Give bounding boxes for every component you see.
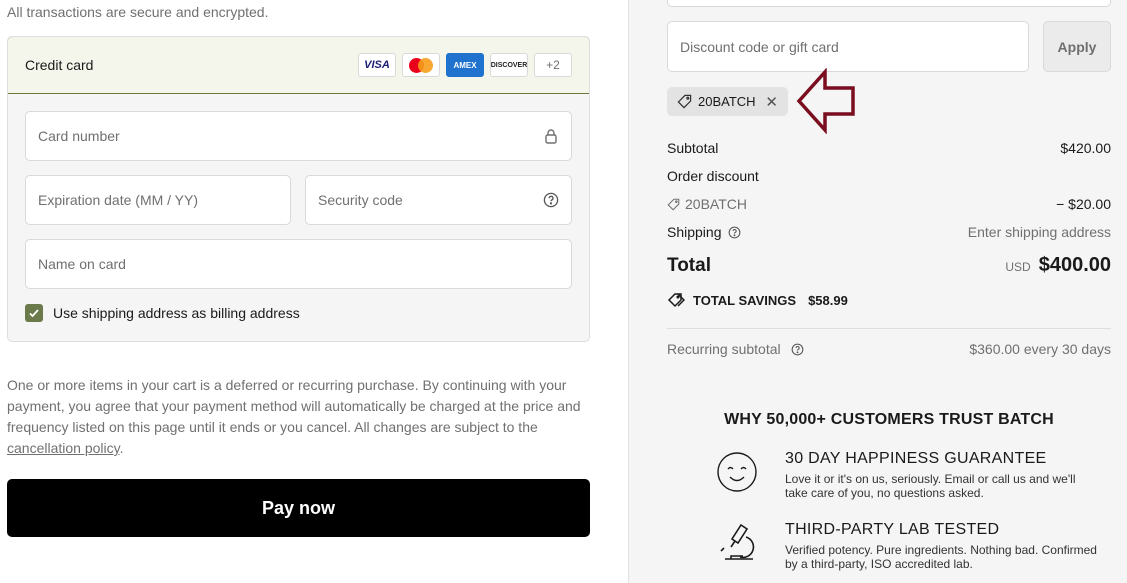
applied-code-label: 20BATCH xyxy=(698,94,756,109)
cancellation-policy-link[interactable]: cancellation policy xyxy=(7,440,120,456)
billing-address-checkbox-row[interactable]: Use shipping address as billing address xyxy=(25,304,300,322)
discover-icon: DISCOVER xyxy=(490,53,528,77)
savings-label: TOTAL SAVINGS xyxy=(693,292,797,308)
recurring-label: Recurring subtotal xyxy=(667,341,781,357)
pay-now-button[interactable]: Pay now xyxy=(7,479,590,537)
expiration-placeholder: Expiration date (MM / YY) xyxy=(38,192,199,208)
recurring-group: Recurring subtotal xyxy=(667,341,804,357)
total-savings: TOTAL SAVINGS $58.99 xyxy=(667,292,848,308)
previous-field[interactable] xyxy=(667,0,1111,7)
trust-item-lab-tested: THIRD-PARTY LAB TESTED Verified potency.… xyxy=(717,521,1097,571)
trust-item-guarantee: 30 DAY HAPPINESS GUARANTEE Love it or it… xyxy=(717,450,1097,500)
summary-divider xyxy=(667,328,1111,329)
total-currency: USD xyxy=(1005,260,1031,274)
card-number-input[interactable]: Card number xyxy=(25,111,572,161)
lock-icon xyxy=(543,128,559,144)
discount-value: − $20.00 xyxy=(1056,196,1111,212)
secure-note: All transactions are secure and encrypte… xyxy=(7,4,269,20)
lab-text-group: THIRD-PARTY LAB TESTED Verified potency.… xyxy=(785,521,1097,571)
trust-title: WHY 50,000+ CUSTOMERS TRUST BATCH xyxy=(724,411,1054,428)
security-code-input[interactable]: Security code xyxy=(305,175,572,225)
savings-value: $58.99 xyxy=(808,292,848,308)
credit-card-option[interactable]: Credit card VISA AMEX DISCOVER +2 xyxy=(8,37,589,94)
help-icon[interactable] xyxy=(728,226,741,239)
shipping-value: Enter shipping address xyxy=(967,224,1111,240)
subtotal-label: Subtotal xyxy=(667,140,719,156)
remove-discount-icon[interactable]: ✕ xyxy=(765,93,778,111)
help-icon[interactable] xyxy=(791,343,804,356)
order-discount-label: Order discount xyxy=(667,168,759,184)
total-row: Total USD $400.00 xyxy=(667,254,1111,277)
discount-code-group: 20BATCH xyxy=(667,196,747,212)
name-on-card-input[interactable]: Name on card xyxy=(25,239,572,289)
checkmark-icon xyxy=(29,309,39,318)
card-number-placeholder: Card number xyxy=(38,128,120,144)
recurring-value: $360.00 every 30 days xyxy=(969,341,1111,357)
amex-icon: AMEX xyxy=(446,53,484,77)
smiley-icon xyxy=(717,452,757,492)
discount-code-row: 20BATCH − $20.00 xyxy=(667,196,1111,212)
card-brands: VISA AMEX DISCOVER +2 xyxy=(358,53,572,77)
payment-section: All transactions are secure and encrypte… xyxy=(0,0,628,583)
recurring-subtotal-row: Recurring subtotal $360.00 every 30 days xyxy=(667,341,1111,357)
mastercard-icon xyxy=(402,53,440,77)
tag-icon xyxy=(667,198,680,211)
shipping-label: Shipping xyxy=(667,224,722,240)
discount-code-label: 20BATCH xyxy=(685,196,747,212)
order-discount-row: Order discount xyxy=(667,168,1111,184)
billing-checkbox[interactable] xyxy=(25,304,43,322)
discount-placeholder: Discount code or gift card xyxy=(680,38,839,55)
subtotal-row: Subtotal $420.00 xyxy=(667,140,1111,156)
guarantee-text: Love it or it's on us, seriously. Email … xyxy=(785,472,1076,500)
savings-tag-icon xyxy=(667,293,685,308)
billing-checkbox-label: Use shipping address as billing address xyxy=(53,305,300,321)
guarantee-text-group: 30 DAY HAPPINESS GUARANTEE Love it or it… xyxy=(785,450,1097,500)
shipping-group: Shipping xyxy=(667,224,741,240)
lab-text: Verified potency. Pure ingredients. Noth… xyxy=(785,543,1097,571)
visa-icon: VISA xyxy=(358,53,396,77)
name-placeholder: Name on card xyxy=(38,256,126,272)
pointer-arrow-icon xyxy=(796,68,855,134)
help-icon[interactable] xyxy=(543,192,559,208)
subtotal-value: $420.00 xyxy=(1060,140,1111,156)
microscope-icon xyxy=(720,523,755,560)
security-code-placeholder: Security code xyxy=(318,192,403,208)
guarantee-heading: 30 DAY HAPPINESS GUARANTEE xyxy=(785,450,1047,467)
applied-discount-chip: 20BATCH ✕ xyxy=(667,87,788,116)
order-summary: Discount code or gift card Apply 20BATCH… xyxy=(628,0,1127,583)
apply-discount-button[interactable]: Apply xyxy=(1043,21,1111,72)
total-amount-group: USD $400.00 xyxy=(1005,254,1111,277)
discount-code-input[interactable]: Discount code or gift card xyxy=(667,21,1029,72)
recurring-note-end: . xyxy=(119,440,124,456)
recurring-purchase-note: One or more items in your cart is a defe… xyxy=(7,375,592,459)
more-cards-badge: +2 xyxy=(534,53,572,77)
lab-heading: THIRD-PARTY LAB TESTED xyxy=(785,521,1000,538)
recurring-note-text: One or more items in your cart is a defe… xyxy=(7,377,581,435)
shipping-row: Shipping Enter shipping address xyxy=(667,224,1111,240)
expiration-date-input[interactable]: Expiration date (MM / YY) xyxy=(25,175,291,225)
tag-icon xyxy=(677,94,692,109)
total-value: $400.00 xyxy=(1038,254,1111,276)
payment-method-title: Credit card xyxy=(25,57,94,73)
total-label: Total xyxy=(667,254,711,276)
